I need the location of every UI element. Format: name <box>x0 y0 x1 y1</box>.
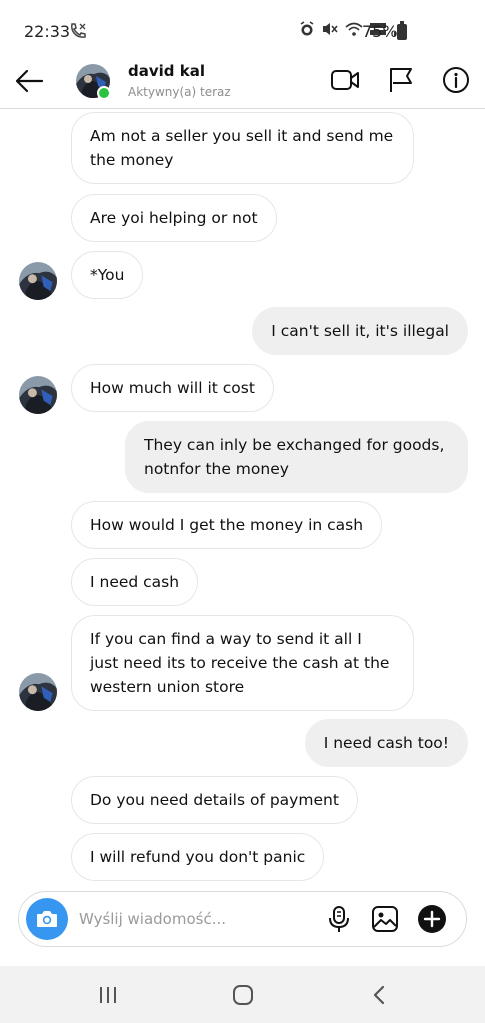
voice-message-button[interactable] <box>324 904 354 934</box>
chat-header: david kal Aktywny(a) teraz <box>0 52 485 109</box>
message-bubble-incoming[interactable]: How would I get the money in cash <box>71 501 383 549</box>
report-flag-button[interactable] <box>386 65 416 95</box>
info-button[interactable] <box>441 65 471 95</box>
message-bubble-incoming[interactable]: I need cash <box>71 558 199 606</box>
sender-avatar[interactable] <box>19 673 57 711</box>
microphone-icon <box>329 906 349 932</box>
message-input[interactable] <box>79 906 309 932</box>
system-nav-bar <box>0 966 485 1023</box>
recent-apps-button[interactable] <box>88 980 128 1010</box>
gallery-button[interactable] <box>370 904 400 934</box>
sender-avatar[interactable] <box>19 262 57 300</box>
message-bubble-incoming[interactable]: Do you need details of payment <box>71 776 358 824</box>
message-bubble-outgoing[interactable]: I need cash too! <box>304 719 468 767</box>
flag-icon <box>390 68 412 92</box>
message-thread[interactable]: Am not a seller you sell it and send me … <box>0 110 485 886</box>
message-bubble-incoming[interactable]: Are yoi helping or not <box>71 194 277 242</box>
home-icon <box>233 985 253 1005</box>
system-back-button[interactable] <box>359 980 399 1010</box>
home-button[interactable] <box>223 980 263 1010</box>
call-icon <box>68 21 88 41</box>
video-call-button[interactable] <box>330 65 360 95</box>
info-icon <box>443 67 469 93</box>
status-bar: 22:33 75% <box>0 0 485 52</box>
message-bubble-outgoing[interactable]: I can't sell it, it's illegal <box>252 307 468 355</box>
message-bubble-incoming[interactable]: If you can find a way to send it all I j… <box>71 615 414 711</box>
message-bubble-incoming[interactable]: How much will it cost <box>71 364 274 412</box>
back-nav-icon <box>373 985 385 1005</box>
camera-icon <box>37 911 57 927</box>
message-bubble-incoming[interactable]: Am not a seller you sell it and send me … <box>71 112 414 184</box>
contact-activity-status: Aktywny(a) teraz <box>128 85 231 99</box>
message-bubble-incoming[interactable]: *You <box>71 251 144 299</box>
recent-apps-icon <box>100 987 116 1003</box>
message-composer <box>18 891 467 947</box>
wifi-icon <box>345 21 363 37</box>
back-arrow-icon <box>15 69 44 93</box>
message-bubble-incoming[interactable]: I will refund you don't panic <box>71 833 325 881</box>
contact-name[interactable]: david kal <box>128 62 205 80</box>
gallery-icon <box>372 906 398 932</box>
video-call-icon <box>331 70 359 90</box>
battery-level: 75% <box>362 22 398 41</box>
back-button[interactable] <box>12 64 46 98</box>
mute-icon <box>321 21 339 37</box>
add-content-button[interactable] <box>417 904 447 934</box>
alarm-icon <box>299 21 315 37</box>
message-bubble-outgoing[interactable]: They can inly be exchanged for goods, no… <box>125 421 468 493</box>
add-icon <box>418 905 446 933</box>
online-status-dot <box>97 86 111 100</box>
battery-icon <box>397 21 407 40</box>
status-time: 22:33 <box>24 22 71 41</box>
camera-button[interactable] <box>26 898 68 940</box>
sender-avatar[interactable] <box>19 376 57 414</box>
